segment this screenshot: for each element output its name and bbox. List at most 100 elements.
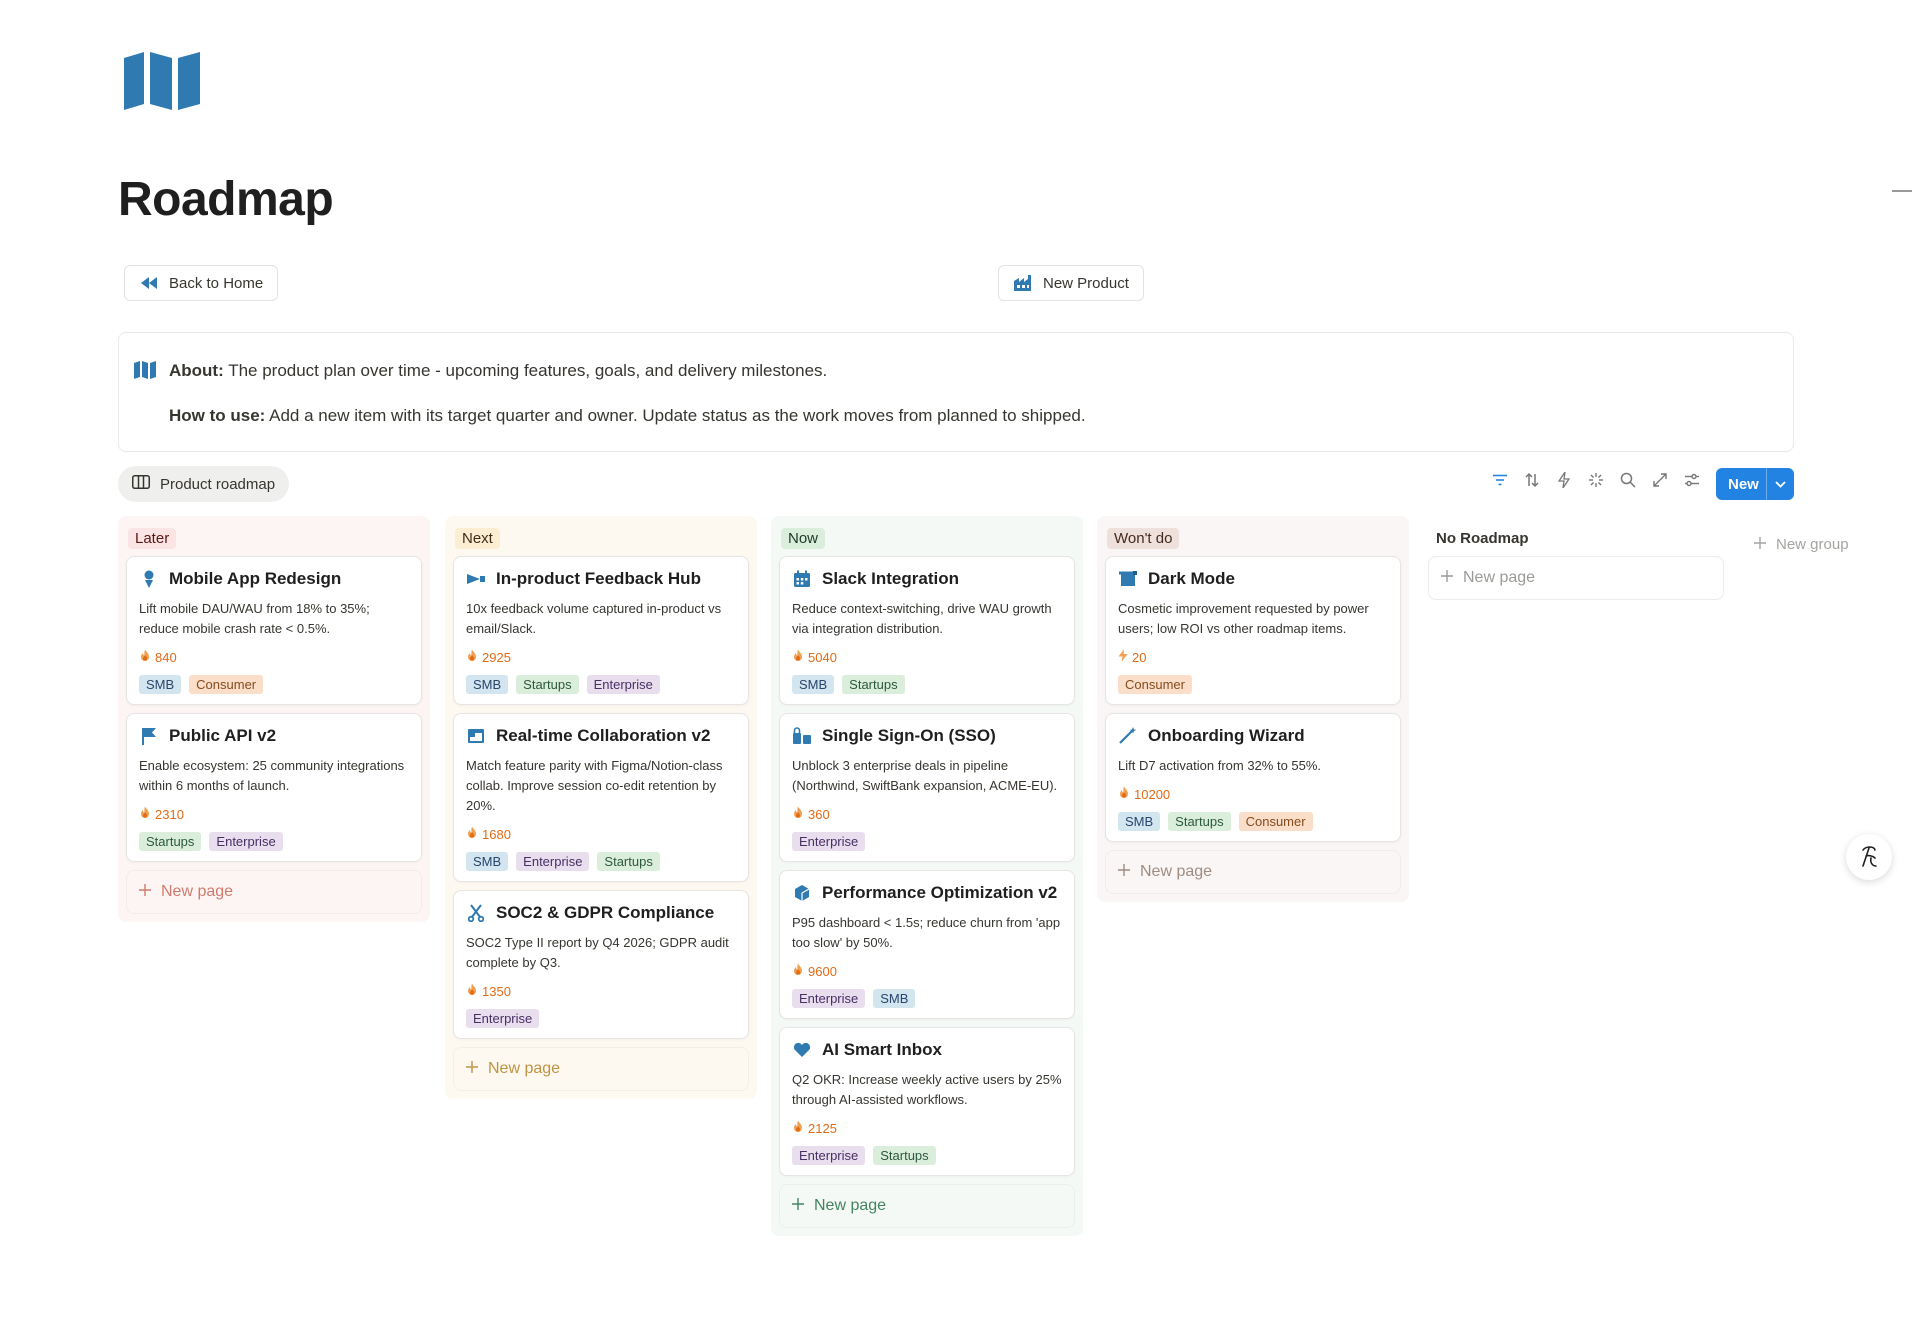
card-score: 9600 [792, 963, 1062, 979]
roadmap-card[interactable]: Real-time Collaboration v2 Match feature … [453, 713, 749, 882]
card-score: 840 [139, 649, 409, 665]
sparkle-icon[interactable] [1586, 470, 1606, 490]
roadmap-card[interactable]: SOC2 & GDPR Compliance SOC2 Type II repor… [453, 890, 749, 1039]
card-score: 360 [792, 806, 1062, 822]
fire-icon [792, 963, 804, 979]
card-description: Lift mobile DAU/WAU from 18% to 35%; red… [139, 601, 370, 636]
card-score-value: 10200 [1134, 786, 1171, 802]
new-page-button[interactable]: New page [126, 870, 422, 914]
search-icon[interactable] [1618, 470, 1638, 490]
card-description: Cosmetic improvement requested by power … [1118, 601, 1369, 636]
card-title: Single Sign-On (SSO) [822, 726, 996, 745]
card-description: 10x feedback volume captured in-product … [466, 601, 722, 636]
column-status-badge: Won't do [1107, 527, 1180, 549]
chevron-down-icon[interactable] [1767, 480, 1794, 488]
fire-icon [792, 806, 804, 822]
segment-tag: SMB [466, 852, 509, 871]
scissors-icon [466, 903, 486, 923]
card-score-value: 2310 [155, 806, 184, 822]
view-toolbar [1490, 470, 1702, 490]
fire-icon [792, 1120, 804, 1136]
card-title: Public API v2 [169, 726, 277, 745]
column-header[interactable]: Now [779, 526, 1075, 550]
plus-icon [1118, 863, 1130, 881]
card-title-row: Onboarding Wizard [1118, 726, 1388, 746]
roadmap-card[interactable]: Single Sign-On (SSO) Unblock 3 enterprise… [779, 713, 1075, 862]
card-title: Performance Optimization v2 [822, 883, 1058, 902]
card-tags: SMB Startups Enterprise [466, 675, 736, 694]
roadmap-card[interactable]: Performance Optimization v2 P95 dashboard… [779, 870, 1075, 1019]
sort-icon[interactable] [1522, 470, 1542, 490]
new-page-button[interactable]: New page [453, 1047, 749, 1091]
expand-icon[interactable] [1650, 470, 1670, 490]
new-product-button[interactable]: New Product [998, 265, 1144, 301]
roadmap-card[interactable]: Dark Mode Cosmetic improvement requested … [1105, 556, 1401, 705]
card-title-row: Slack Integration [792, 569, 1062, 589]
segment-tag: Startups [139, 832, 202, 851]
ai-assistant-icon[interactable] [1846, 834, 1892, 880]
card-score: 10200 [1118, 786, 1388, 802]
card-tags: Startups Enterprise [139, 832, 409, 851]
outline-toggle-icon[interactable] [1892, 190, 1912, 192]
card-title: AI Smart Inbox [822, 1040, 942, 1059]
new-page-button[interactable]: New page [1105, 850, 1401, 894]
column-header[interactable]: Later [126, 526, 422, 550]
back-to-home-button[interactable]: Back to Home [124, 265, 279, 301]
cube-icon [792, 883, 812, 903]
segment-tag: Consumer [1118, 675, 1192, 694]
segment-tag: Enterprise [466, 1009, 540, 1028]
card-description: Unblock 3 enterprise deals in pipeline (… [792, 758, 1058, 793]
card-score: 1350 [466, 983, 736, 999]
segment-tag: Startups [842, 675, 905, 694]
roadmap-card[interactable]: Mobile App Redesign Lift mobile DAU/WAU f… [126, 556, 422, 705]
wand-icon [1118, 726, 1138, 746]
segment-tag: SMB [139, 675, 182, 694]
plus-icon [466, 1060, 478, 1078]
new-page-label: New page [488, 1060, 561, 1077]
new-page-button[interactable]: New page [1428, 556, 1724, 600]
column-header[interactable]: Won't do [1105, 526, 1401, 550]
fire-icon [139, 806, 151, 822]
settings-icon[interactable] [1682, 470, 1702, 490]
column-status-badge: Now [781, 527, 826, 549]
roadmap-card[interactable]: In-product Feedback Hub 10x feedback volu… [453, 556, 749, 705]
card-score-value: 360 [808, 806, 830, 822]
card-score-value: 1680 [482, 826, 511, 842]
card-tags: SMB Consumer [139, 675, 409, 694]
segment-tag: SMB [792, 675, 835, 694]
new-page-label: New page [1463, 569, 1536, 586]
person-icon [139, 569, 159, 589]
roadmap-card[interactable]: Public API v2 Enable ecosystem: 25 commun… [126, 713, 422, 862]
howto-line: How to use: Add a new item with its targ… [169, 406, 1086, 426]
lock-icon [792, 726, 812, 746]
new-group-button[interactable]: New group [1754, 536, 1849, 553]
automation-icon[interactable] [1554, 470, 1574, 490]
bolt-icon [1118, 649, 1128, 665]
back-to-home-label: Back to Home [169, 274, 264, 292]
new-item-button[interactable]: New [1716, 468, 1794, 500]
window-icon [466, 726, 486, 746]
card-tags: SMB Startups [792, 675, 1062, 694]
new-page-button[interactable]: New page [779, 1184, 1075, 1228]
card-title: In-product Feedback Hub [496, 569, 701, 588]
moon-icon [1118, 569, 1138, 589]
new-page-label: New page [1140, 863, 1213, 880]
page-map-icon[interactable] [120, 50, 204, 112]
roadmap-card[interactable]: AI Smart Inbox Q2 OKR: Increase weekly ac… [779, 1027, 1075, 1176]
filter-icon[interactable] [1490, 470, 1510, 490]
card-score: 20 [1118, 649, 1388, 665]
card-score-value: 9600 [808, 963, 837, 979]
fire-icon [139, 649, 151, 665]
view-tab-label: Product roadmap [160, 475, 276, 493]
column-header[interactable]: Next [453, 526, 749, 550]
segment-tag: Enterprise [792, 1146, 866, 1165]
column-header[interactable]: No Roadmap [1428, 526, 1724, 550]
plus-icon [1441, 569, 1453, 587]
view-tab-product-roadmap[interactable]: Product roadmap [118, 466, 290, 502]
card-title: Dark Mode [1148, 569, 1235, 588]
fire-icon [466, 649, 478, 665]
roadmap-card[interactable]: Slack Integration Reduce context-switchin… [779, 556, 1075, 705]
howto-label: How to use: [169, 406, 266, 425]
roadmap-card[interactable]: Onboarding Wizard Lift D7 activation from… [1105, 713, 1401, 842]
card-tags: SMB Startups Consumer [1118, 812, 1388, 831]
